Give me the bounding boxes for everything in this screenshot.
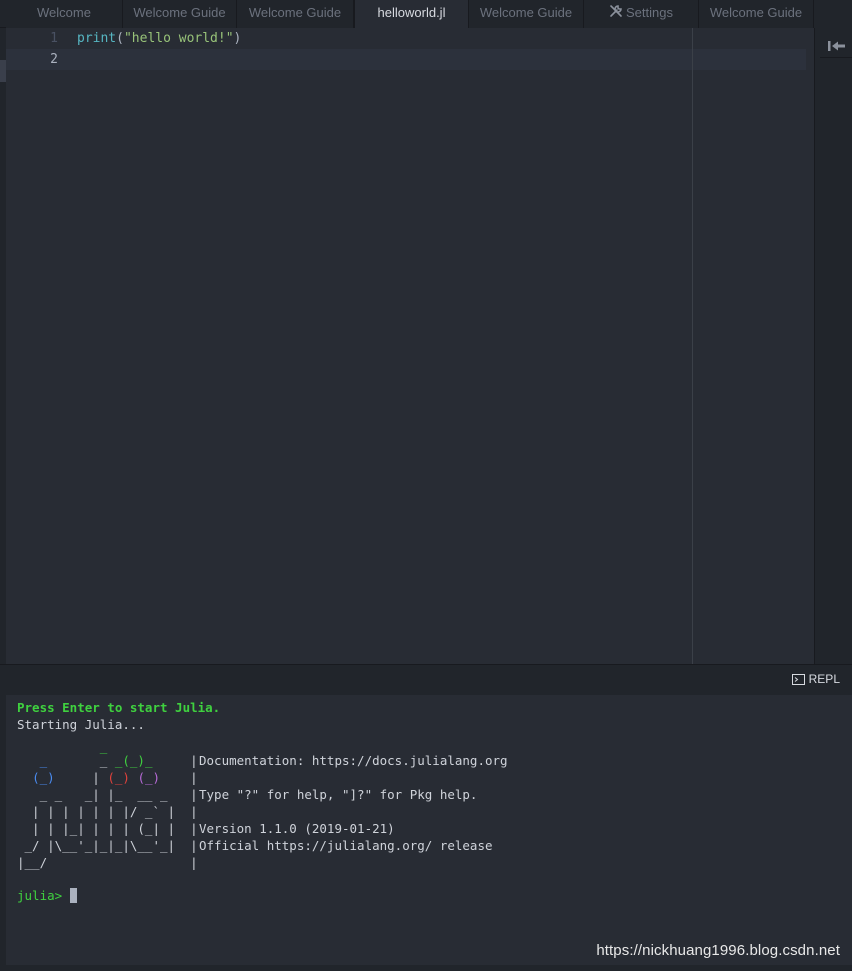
tab-label: helloworld.jl <box>377 5 446 20</box>
tab-label: Welcome <box>37 5 91 20</box>
starting-message: Starting Julia... <box>17 717 145 732</box>
tab-helloworld-jl[interactable]: helloworld.jl <box>354 0 469 29</box>
doc-line: Documentation: https://docs.julialang.or… <box>199 753 508 768</box>
press-enter-message: Press Enter to start Julia. <box>17 700 221 715</box>
repl-terminal[interactable]: Press Enter to start Julia. Starting Jul… <box>6 695 852 965</box>
tab-welcome-guide[interactable]: Welcome Guide <box>699 0 814 28</box>
line-code: print("hello world!") <box>77 28 241 49</box>
wrench-icon <box>609 1 623 27</box>
repl-header: REPL <box>6 665 852 695</box>
watermark: https://nickhuang1996.blog.csdn.net <box>596 942 840 959</box>
line-number: 1 <box>50 31 58 46</box>
tab-welcome-guide[interactable]: Welcome Guide <box>469 0 584 28</box>
version-line: Version 1.1.0 (2019-01-21) <box>199 821 395 836</box>
collapse-dock-button[interactable] <box>820 32 852 58</box>
collapse-dock-icon <box>828 41 845 51</box>
paren-token: ) <box>233 31 242 46</box>
julia-ascii-logo: _ _ _ _(_)_ | (_) | (_) (_) | _ _ _| |_ … <box>17 739 198 870</box>
tab-welcome-guide[interactable]: Welcome Guide <box>237 0 354 28</box>
official-line: Official https://julialang.org/ release <box>199 838 493 853</box>
text-cursor <box>69 888 77 903</box>
repl-prompt-line[interactable]: julia> <box>17 887 77 904</box>
paren-token: ( <box>116 31 124 46</box>
tab-bar-filler <box>814 0 852 28</box>
tab-bar: Welcome Welcome Guide Welcome Guide hell… <box>0 0 852 29</box>
right-dock-strip <box>814 28 852 664</box>
help-line: Type "?" for help, "]?" for Pkg help. <box>199 787 478 802</box>
tab-label: Welcome Guide <box>248 5 342 20</box>
status-strip <box>0 965 852 971</box>
line-number: 2 <box>50 52 58 67</box>
julia-prompt: julia> <box>17 888 63 903</box>
tab-label: Settings <box>626 5 673 20</box>
repl-tab-label: REPL <box>808 672 840 686</box>
repl-tab[interactable]: REPL <box>791 672 840 686</box>
string-token: "hello world!" <box>123 31 234 46</box>
tab-label: Welcome Guide <box>709 5 803 20</box>
tab-welcome[interactable]: Welcome <box>6 0 123 28</box>
tab-welcome-guide[interactable]: Welcome Guide <box>123 0 237 28</box>
editor-line-current: 2 <box>6 49 806 70</box>
terminal-icon <box>791 673 805 685</box>
editor-line: 1 print("hello world!") <box>6 28 806 49</box>
tab-label: Welcome Guide <box>133 5 226 20</box>
code-editor[interactable]: 1 print("hello world!") 2 <box>6 28 814 664</box>
function-token: print <box>77 31 117 46</box>
wrap-guide <box>692 28 693 664</box>
tab-label: Welcome Guide <box>479 5 573 20</box>
tab-settings[interactable]: Settings <box>584 0 699 28</box>
